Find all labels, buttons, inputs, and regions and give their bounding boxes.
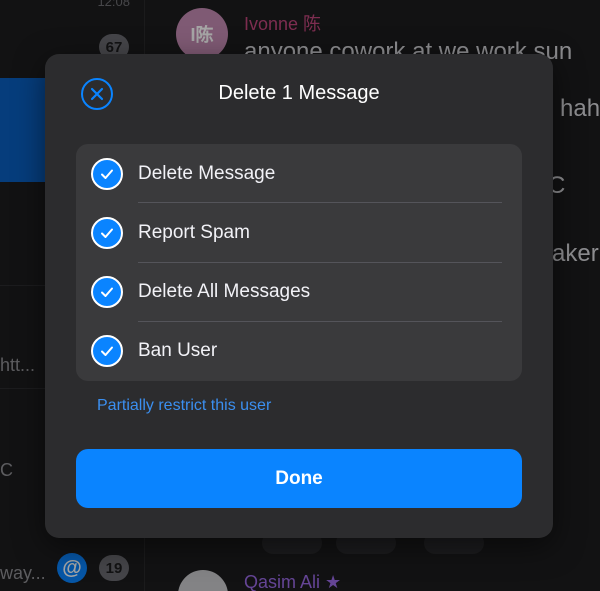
- checkmark-circle-icon[interactable]: [91, 276, 123, 309]
- checkmark-circle-icon[interactable]: [91, 335, 123, 368]
- checkmark-circle-icon[interactable]: [91, 157, 123, 190]
- delete-message-dialog: Delete 1 Message Delete Message Report S…: [45, 54, 553, 538]
- option-delete-message[interactable]: Delete Message: [76, 144, 522, 204]
- partially-restrict-link[interactable]: Partially restrict this user: [97, 397, 271, 415]
- done-button[interactable]: Done: [76, 449, 522, 508]
- option-label: Delete Message: [138, 162, 276, 184]
- checkmark-circle-icon[interactable]: [91, 216, 123, 249]
- option-ban-user[interactable]: Ban User: [76, 322, 522, 381]
- option-delete-all-messages[interactable]: Delete All Messages: [76, 263, 522, 322]
- options-group: Delete Message Report Spam Delete All Me…: [76, 144, 522, 381]
- option-label: Ban User: [138, 340, 218, 362]
- dialog-title: Delete 1 Message: [218, 82, 380, 104]
- option-label: Delete All Messages: [138, 281, 311, 303]
- option-label: Report Spam: [138, 221, 250, 243]
- option-report-spam[interactable]: Report Spam: [76, 203, 522, 263]
